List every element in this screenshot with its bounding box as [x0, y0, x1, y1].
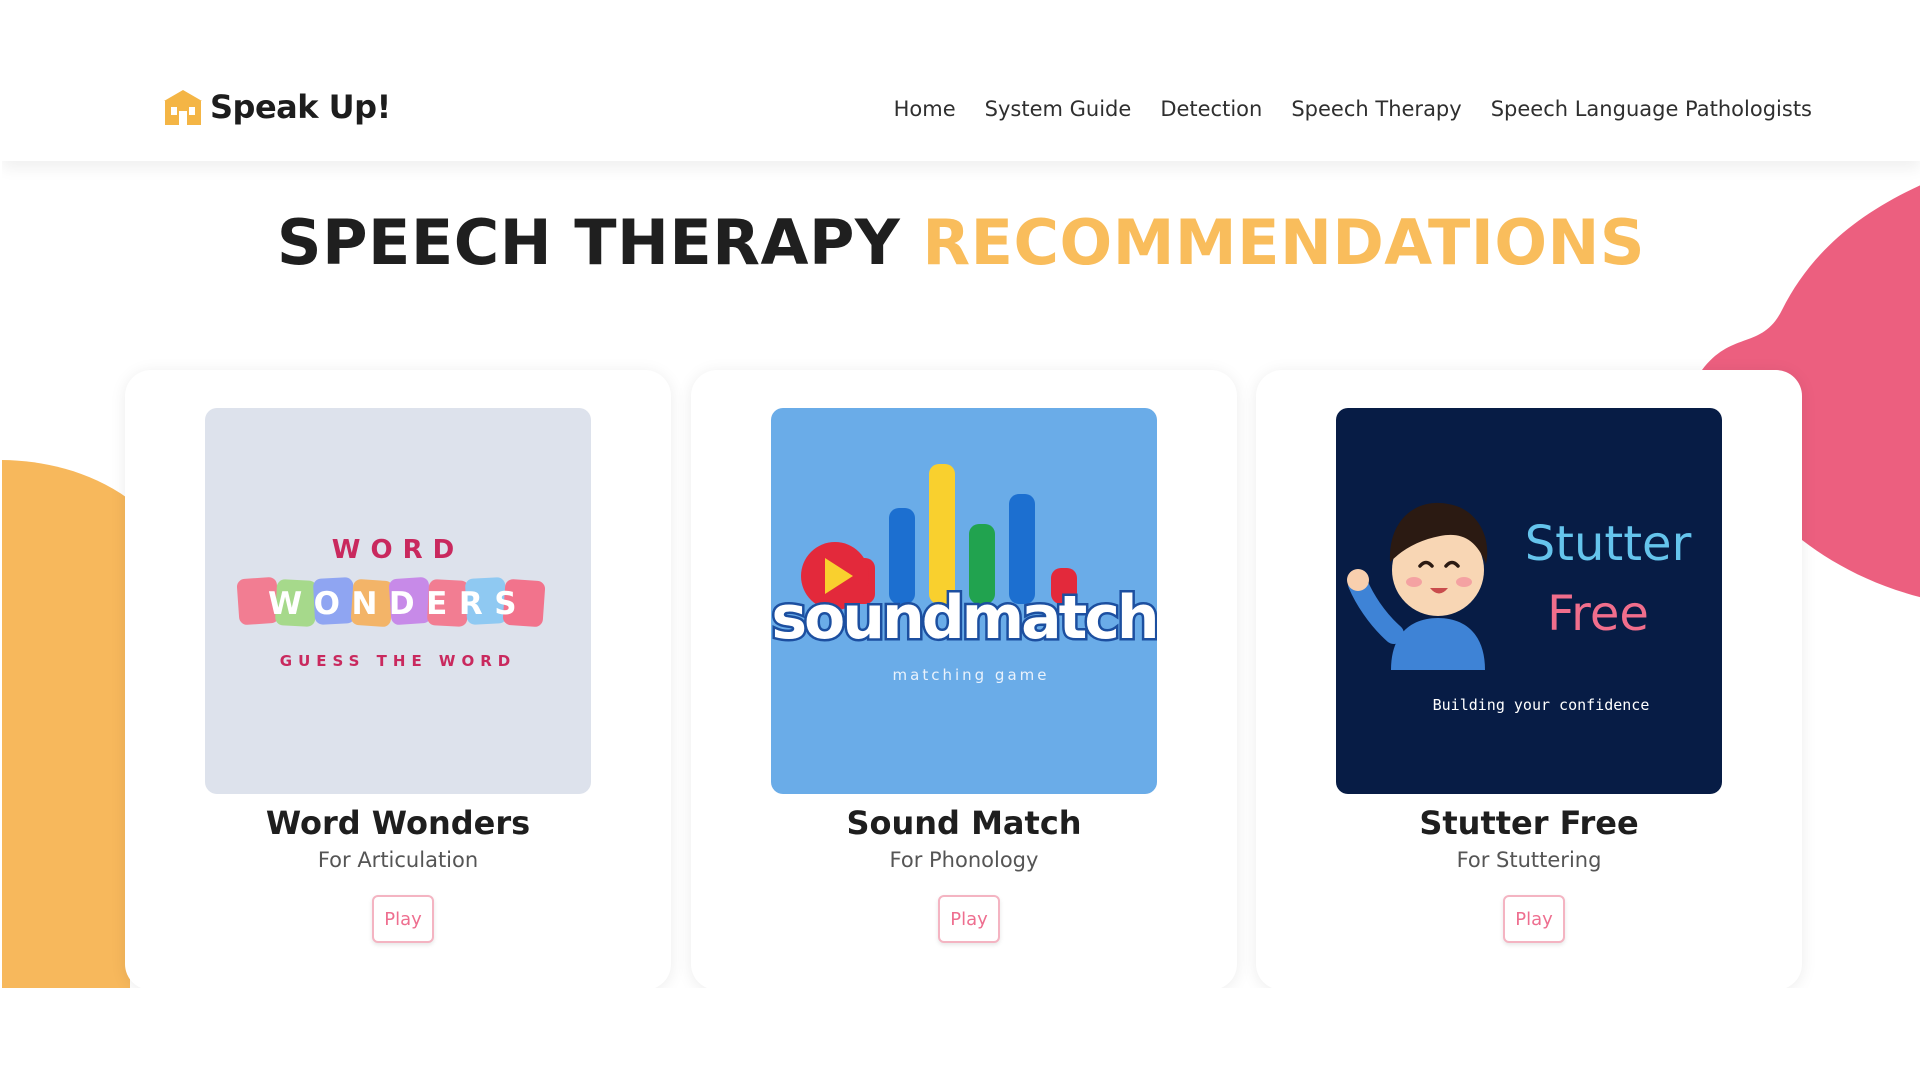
word-wonders-line1: WORD	[332, 535, 464, 565]
page-title: SPEECH THERAPY RECOMMENDATIONS	[2, 206, 1920, 279]
stutter-free-line1: Stutter	[1525, 516, 1692, 572]
word-wonders-thumbnail[interactable]: WORD WONDERS GUESS THE WORD	[205, 408, 591, 794]
sound-match-line1: soundmatch	[771, 583, 1156, 653]
card-title: Stutter Free	[1419, 804, 1639, 842]
orange-decorative-blob	[2, 460, 130, 988]
word-wonders-line2: WONDERS	[268, 586, 528, 622]
play-button[interactable]: Play	[1503, 895, 1565, 943]
main-nav: Home System Guide Detection Speech Thera…	[894, 97, 1812, 121]
play-button[interactable]: Play	[938, 895, 1000, 943]
page-title-part2: RECOMMENDATIONS	[922, 206, 1646, 279]
brand-name: Speak Up!	[210, 88, 391, 126]
nav-system-guide[interactable]: System Guide	[985, 97, 1132, 121]
play-button[interactable]: Play	[372, 895, 434, 943]
card-word-wonders: WORD WONDERS GUESS THE WORD Word Wonders…	[125, 370, 671, 988]
nav-home[interactable]: Home	[894, 97, 956, 121]
word-wonders-artwork: WORD WONDERS GUESS THE WORD	[205, 408, 591, 794]
word-wonders-line3: GUESS THE WORD	[280, 652, 516, 670]
stutter-free-line2: Free	[1547, 586, 1649, 642]
card-subtitle: For Phonology	[889, 848, 1039, 872]
card-title: Sound Match	[846, 804, 1082, 842]
nav-speech-language-pathologists[interactable]: Speech Language Pathologists	[1491, 97, 1812, 121]
page-title-part1: SPEECH THERAPY	[276, 206, 901, 279]
stutter-free-line3: Building your confidence	[1433, 696, 1650, 714]
sound-match-line2: matching game	[893, 666, 1050, 684]
brand[interactable]: Speak Up!	[162, 88, 391, 126]
card-sound-match: soundmatch matching game Sound Match For…	[691, 370, 1237, 988]
stutter-free-thumbnail[interactable]: Stutter Free Building your confidence	[1336, 408, 1722, 794]
sound-match-thumbnail[interactable]: soundmatch matching game	[771, 408, 1157, 794]
nav-speech-therapy[interactable]: Speech Therapy	[1291, 97, 1461, 121]
school-logo-icon	[164, 90, 202, 125]
card-title: Word Wonders	[265, 804, 531, 842]
card-subtitle: For Articulation	[317, 848, 479, 872]
top-navbar: Speak Up! Home System Guide Detection Sp…	[2, 0, 1920, 161]
nav-detection[interactable]: Detection	[1160, 97, 1262, 121]
page-viewport: Speak Up! Home System Guide Detection Sp…	[2, 0, 1920, 988]
sound-match-artwork: soundmatch matching game	[771, 408, 1157, 794]
card-subtitle: For Stuttering	[1456, 848, 1602, 872]
stutter-free-artwork: Stutter Free Building your confidence	[1336, 408, 1722, 794]
card-stutter-free: Stutter Free Building your confidence St…	[1256, 370, 1802, 988]
